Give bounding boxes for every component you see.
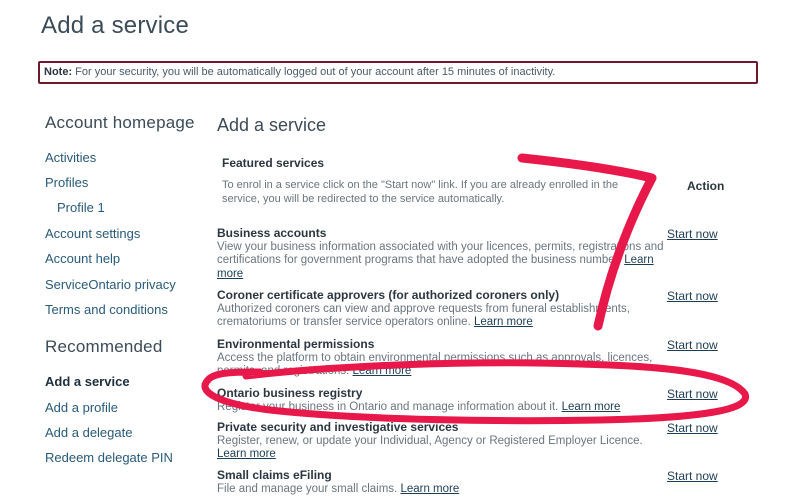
service-row-private-security: Private security and investigative servi… xyxy=(217,420,672,462)
service-name: Ontario business registry xyxy=(217,386,363,400)
learn-more-link[interactable]: Learn more xyxy=(400,483,459,495)
service-description: Register your business in Ontario and ma… xyxy=(217,400,559,413)
action-column-heading: Action xyxy=(687,179,725,193)
note-text: For your security, you will be automatic… xyxy=(75,66,556,78)
sidebar-item-terms[interactable]: Terms and conditions xyxy=(45,302,168,317)
start-now-environmental[interactable]: Start now xyxy=(667,338,718,352)
service-name: Coroner certificate approvers (for autho… xyxy=(217,288,560,302)
enrol-instructions: To enrol in a service click on the "Star… xyxy=(222,179,619,205)
learn-more-link[interactable]: Learn more xyxy=(217,448,276,460)
sidebar-item-account-settings[interactable]: Account settings xyxy=(45,226,140,241)
security-note: Note: For your security, you will be aut… xyxy=(38,61,758,84)
sidebar-heading-account: Account homepage xyxy=(45,113,195,132)
service-row-coroner: Coroner certificate approvers (for autho… xyxy=(217,288,672,330)
service-description: Access the platform to obtain environmen… xyxy=(217,351,653,378)
service-name: Small claims eFiling xyxy=(217,468,332,482)
sidebar-item-add-delegate[interactable]: Add a delegate xyxy=(45,425,132,440)
sidebar-item-profile-1[interactable]: Profile 1 xyxy=(57,200,105,215)
service-description: File and manage your small claims. xyxy=(217,482,398,495)
service-row-environmental: Environmental permissions Access the pla… xyxy=(217,337,672,379)
service-description: Authorized coroners can view and approve… xyxy=(217,302,630,329)
start-now-private-security[interactable]: Start now xyxy=(667,421,718,435)
sidebar-item-add-service[interactable]: Add a service xyxy=(45,374,130,389)
start-now-small-claims[interactable]: Start now xyxy=(667,469,718,483)
service-name: Private security and investigative servi… xyxy=(217,420,459,434)
featured-services-heading: Featured services xyxy=(222,156,325,170)
note-label: Note: xyxy=(44,66,73,78)
service-row-ontario-business-registry: Ontario business registry Register your … xyxy=(217,386,672,414)
service-description: Register, renew, or update your Individu… xyxy=(217,434,643,447)
start-now-coroner[interactable]: Start now xyxy=(667,289,718,303)
section-title: Add a service xyxy=(217,115,327,135)
learn-more-link[interactable]: Learn more xyxy=(353,365,412,377)
start-now-business-accounts[interactable]: Start now xyxy=(667,227,718,241)
start-now-ontario-business-registry[interactable]: Start now xyxy=(667,387,718,401)
sidebar-item-redeem-pin[interactable]: Redeem delegate PIN xyxy=(45,450,173,465)
service-name: Environmental permissions xyxy=(217,337,375,351)
service-row-business-accounts: Business accounts View your business inf… xyxy=(217,226,672,281)
sidebar-item-profiles[interactable]: Profiles xyxy=(45,175,88,190)
sidebar-item-add-profile[interactable]: Add a profile xyxy=(45,400,118,415)
page-title: Add a service xyxy=(41,12,190,39)
service-name: Business accounts xyxy=(217,226,327,240)
sidebar-heading-recommended: Recommended xyxy=(45,337,163,356)
sidebar-item-account-help[interactable]: Account help xyxy=(45,251,120,266)
service-description: View your business information associate… xyxy=(217,240,664,267)
learn-more-link[interactable]: Learn more xyxy=(474,316,533,328)
sidebar-item-privacy[interactable]: ServiceOntario privacy xyxy=(45,277,176,292)
service-row-small-claims: Small claims eFiling File and manage you… xyxy=(217,468,672,496)
sidebar-item-activities[interactable]: Activities xyxy=(45,150,96,165)
learn-more-link[interactable]: Learn more xyxy=(562,401,621,413)
